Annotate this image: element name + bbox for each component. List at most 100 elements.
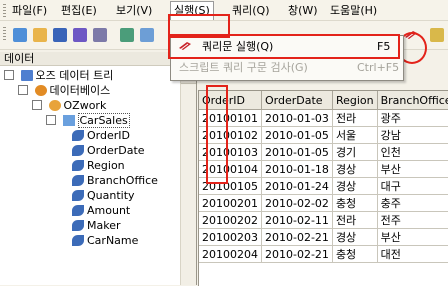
table-row[interactable]: 20100103 2010-01-05 경기 인천 xyxy=(199,143,448,161)
dataset-icon xyxy=(48,100,61,111)
open-folder-icon[interactable] xyxy=(33,28,47,42)
toolbar-grip xyxy=(3,27,6,40)
column-header[interactable]: OrderDate xyxy=(261,91,333,110)
table-cell: 충청 xyxy=(332,245,378,263)
table-cell: 2010-02-02 xyxy=(261,194,333,212)
menu-edit[interactable]: 편집(E) xyxy=(61,3,97,18)
column-header[interactable]: Region xyxy=(332,91,378,110)
collapse-icon xyxy=(4,70,14,80)
table-row[interactable]: 20100105 2010-01-24 경상 대구 xyxy=(199,177,448,195)
data-tree-icon xyxy=(20,70,33,81)
tree-node-label: CarName xyxy=(87,234,139,247)
field-icon xyxy=(72,235,84,246)
table-row[interactable]: 20100202 2010-02-11 전라 전주 xyxy=(199,211,448,229)
save-icon[interactable] xyxy=(53,28,67,42)
field-icon xyxy=(72,175,84,186)
tree-node-label: 데이터베이스 xyxy=(49,84,111,97)
table-row[interactable]: 20100104 2010-01-18 경상 부산 xyxy=(199,160,448,178)
tree-node-field[interactable]: CarName xyxy=(72,233,138,248)
edit-icon[interactable] xyxy=(93,28,107,42)
field-icon xyxy=(72,145,84,156)
table-cell: 2010-02-21 xyxy=(261,228,333,246)
table-cell: 인천 xyxy=(377,143,448,161)
highlight-run-query-item xyxy=(168,34,400,59)
database-icon xyxy=(34,85,47,96)
table-cell: 20100201 xyxy=(199,194,262,212)
table-row[interactable]: 20100204 2010-02-21 충청 대전 xyxy=(199,245,448,263)
table-cell: 2010-02-21 xyxy=(261,245,333,263)
table-row[interactable]: 20100203 2010-02-21 경상 부산 xyxy=(199,228,448,246)
menu-item-shortcut: Ctrl+F5 xyxy=(357,61,400,74)
tree-node-field[interactable]: Quantity xyxy=(72,188,135,203)
tree-node-label: OrderDate xyxy=(87,144,145,157)
panel-title: 데이터 xyxy=(0,52,196,66)
tree-node-field[interactable]: Region xyxy=(72,158,125,173)
tree-node-label: OrderID xyxy=(87,129,130,142)
tree-node-field[interactable]: Maker xyxy=(72,218,121,233)
save-all-icon[interactable] xyxy=(73,28,87,42)
tree-node-label: Amount xyxy=(87,204,131,217)
data-panel: 데이터 ᵩ 오즈 데이터 트리 데이터베이스 OZwork CarSales O… xyxy=(0,52,197,285)
tree-node-label: CarSales xyxy=(77,113,130,128)
table-cell: 2010-01-18 xyxy=(261,160,333,178)
vertical-scrollbar[interactable]: ▲ xyxy=(180,68,196,285)
tree-node-label: OZwork xyxy=(63,99,107,112)
tree-node-field[interactable]: OrderDate xyxy=(72,143,145,158)
result-grid: OrderID OrderDate Region BranchOffice 20… xyxy=(198,90,448,286)
table-cell: 서울 xyxy=(332,126,378,144)
tree-node-field[interactable]: Amount xyxy=(72,203,130,218)
new-report-icon[interactable] xyxy=(13,28,27,42)
menu-file[interactable]: 파일(F) xyxy=(12,3,47,18)
tree-node-root[interactable]: 오즈 데이터 트리 xyxy=(4,68,113,83)
table-cell: 대전 xyxy=(377,245,448,263)
table-row[interactable]: 20100201 2010-02-02 충청 충주 xyxy=(199,194,448,212)
field-icon xyxy=(72,190,84,201)
table-cell: 대구 xyxy=(377,177,448,195)
tree-node-label: Quantity xyxy=(87,189,135,202)
table-cell: 전라 xyxy=(332,211,378,229)
table-cell: 전라 xyxy=(332,109,378,127)
table-cell: 2010-01-03 xyxy=(261,109,333,127)
table-icon xyxy=(62,115,75,126)
tree-node-ozwork[interactable]: OZwork xyxy=(32,98,106,113)
table-view-icon[interactable] xyxy=(430,28,444,42)
table-cell: 경기 xyxy=(332,143,378,161)
table-cell: 경상 xyxy=(332,160,378,178)
collapse-icon xyxy=(18,85,28,95)
menu-item-syntax-check: 스크립트 쿼리 구문 검사(G) Ctrl+F5 xyxy=(172,58,401,77)
table-cell: 2010-01-05 xyxy=(261,143,333,161)
table-cell: 부산 xyxy=(377,160,448,178)
copy-icon[interactable] xyxy=(120,28,134,42)
menu-query[interactable]: 쿼리(Q) xyxy=(232,3,269,18)
tree-node-label: Region xyxy=(87,159,125,172)
menubar-grip xyxy=(3,4,6,17)
tree-node-label: Maker xyxy=(87,219,121,232)
collapse-icon xyxy=(32,100,42,110)
table-cell: 2010-01-05 xyxy=(261,126,333,144)
table-cell: 강남 xyxy=(377,126,448,144)
column-header[interactable]: BranchOffice xyxy=(377,91,448,110)
field-icon xyxy=(72,205,84,216)
menu-view[interactable]: 보기(V) xyxy=(116,3,152,18)
tree-node-field[interactable]: BranchOffice xyxy=(72,173,158,188)
table-cell: 광주 xyxy=(377,109,448,127)
highlight-grid-column xyxy=(206,85,228,184)
paste-icon[interactable] xyxy=(140,28,154,42)
table-cell: 20100204 xyxy=(199,245,262,263)
menu-item-label: 스크립트 쿼리 구문 검사(G) xyxy=(179,61,308,74)
menu-help[interactable]: 도움말(H) xyxy=(330,3,377,18)
table-cell: 20100203 xyxy=(199,228,262,246)
table-row[interactable]: 20100102 2010-01-05 서울 강남 xyxy=(199,126,448,144)
tree-node-field[interactable]: OrderID xyxy=(72,128,130,143)
field-icon xyxy=(72,160,84,171)
table-cell: 전주 xyxy=(377,211,448,229)
table-cell: 경상 xyxy=(332,228,378,246)
table-cell: 2010-02-11 xyxy=(261,211,333,229)
menu-window[interactable]: 창(W) xyxy=(288,3,318,18)
table-row[interactable]: 20100101 2010-01-03 전라 광주 xyxy=(199,109,448,127)
tree-node-database[interactable]: 데이터베이스 xyxy=(18,83,110,98)
field-icon xyxy=(72,130,84,141)
table-cell: 20100202 xyxy=(199,211,262,229)
table-cell: 부산 xyxy=(377,228,448,246)
tree-node-carsales[interactable]: CarSales xyxy=(46,113,130,128)
